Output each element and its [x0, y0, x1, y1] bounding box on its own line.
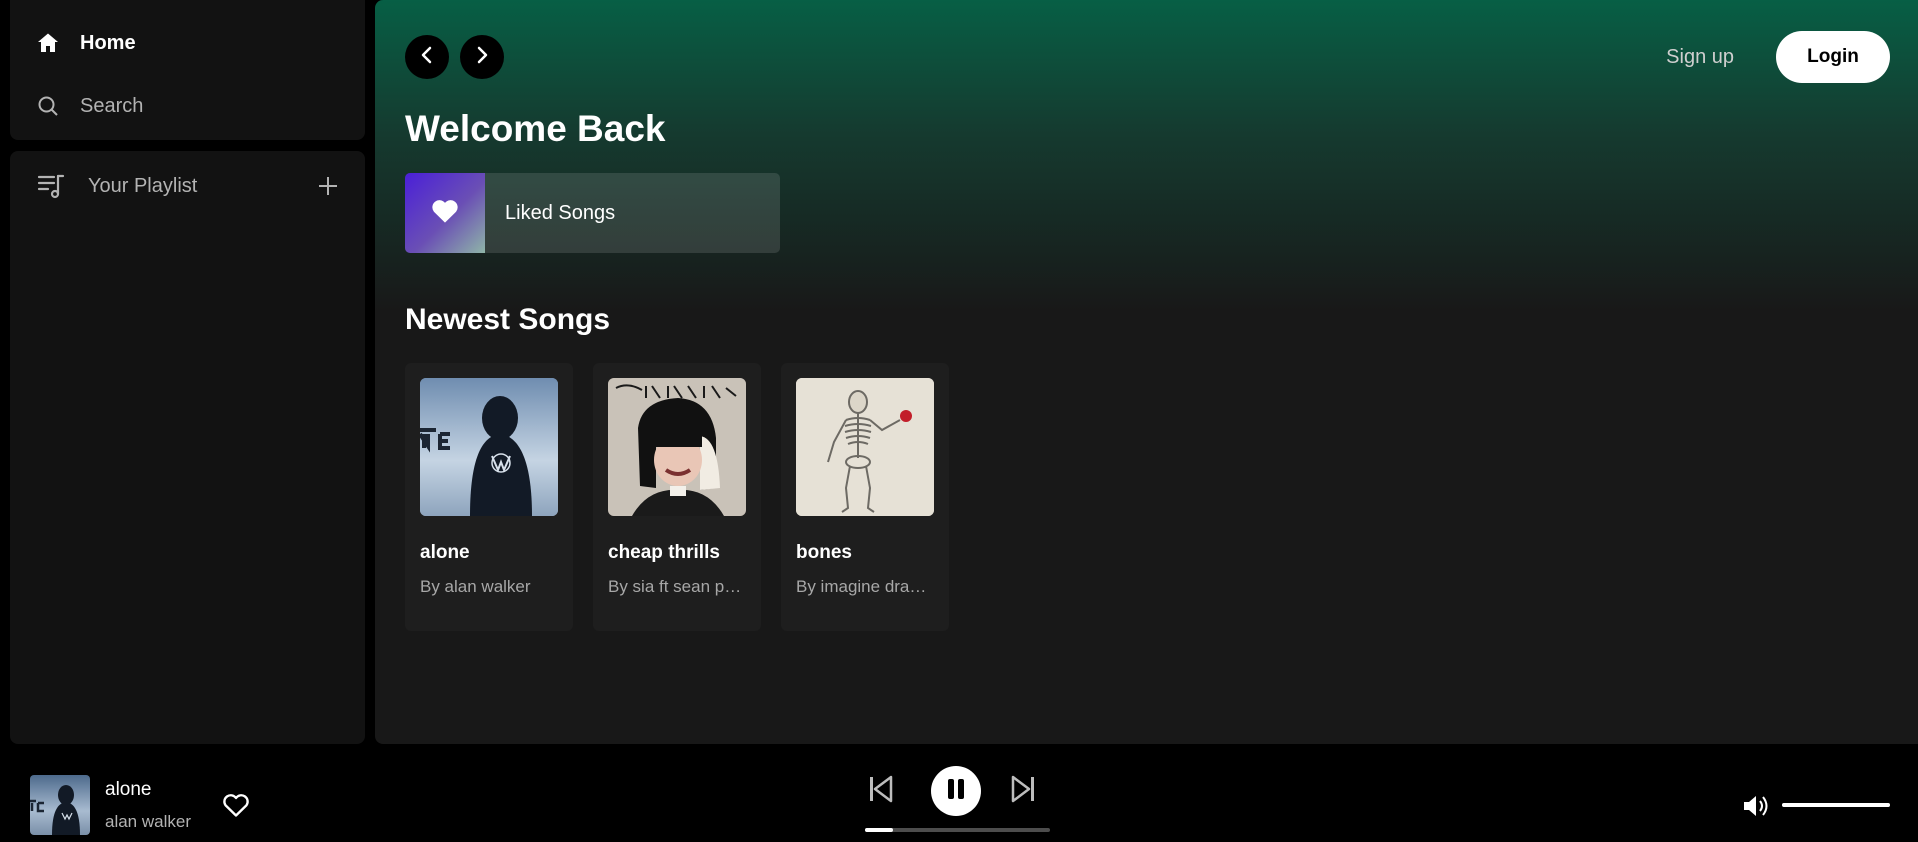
chevron-right-icon [472, 45, 492, 70]
login-button[interactable]: Login [1776, 31, 1890, 83]
song-artist: By alan walker [420, 577, 531, 596]
song-card[interactable]: alone By alan walker [405, 363, 573, 631]
liked-songs-art [405, 173, 485, 253]
previous-button[interactable] [869, 775, 893, 808]
like-button[interactable] [222, 792, 250, 823]
volume-fill [1782, 803, 1890, 807]
pause-button[interactable] [931, 766, 981, 816]
section-title: Newest Songs [405, 303, 611, 336]
album-art [420, 378, 558, 516]
sidebar-item-home[interactable]: Home [10, 18, 365, 68]
back-button[interactable] [405, 35, 449, 79]
library-label[interactable]: Your Playlist [88, 175, 317, 198]
library-panel: Your Playlist [10, 151, 365, 744]
song-title: bones [796, 542, 852, 563]
forward-button[interactable] [460, 35, 504, 79]
now-playing-title: alone [105, 779, 152, 800]
player-bar: alone alan walker [0, 744, 1918, 842]
song-card[interactable]: bones By imagine dragons [781, 363, 949, 631]
history-nav [405, 35, 504, 79]
sidebar-item-label: Home [80, 31, 136, 54]
skip-forward-icon [1011, 775, 1035, 808]
album-art [796, 378, 934, 516]
now-playing-artist: alan walker [105, 812, 191, 831]
song-title: cheap thrills [608, 542, 720, 563]
song-artist: By imagine dragons [796, 577, 934, 596]
next-button[interactable] [1011, 775, 1035, 808]
chevron-left-icon [417, 45, 437, 70]
sidebar-item-search[interactable]: Search [10, 81, 365, 131]
signup-button[interactable]: Sign up [1660, 45, 1740, 70]
skip-back-icon [869, 775, 893, 808]
now-playing-art [30, 775, 90, 835]
page-title: Welcome Back [405, 108, 666, 149]
plus-icon[interactable] [317, 175, 339, 197]
pause-icon [946, 778, 966, 805]
volume-button[interactable] [1742, 793, 1772, 824]
playback-controls [869, 766, 1035, 816]
song-artist: By sia ft sean paul [608, 577, 746, 596]
album-art [608, 378, 746, 516]
progress-fill [865, 828, 893, 832]
volume-slider[interactable] [1782, 803, 1890, 807]
song-cards: alone By alan walker cheap thrills By si… [405, 363, 949, 631]
heart-outline-icon [222, 794, 250, 822]
search-icon [36, 94, 80, 118]
playlist-icon [36, 171, 88, 201]
sidebar-item-label: Search [80, 94, 144, 117]
song-card[interactable]: cheap thrills By sia ft sean paul [593, 363, 761, 631]
auth-buttons: Sign up Login [1660, 31, 1890, 83]
heart-filled-icon [431, 198, 459, 229]
progress-bar[interactable] [865, 828, 1050, 832]
volume-icon [1742, 796, 1772, 823]
library-header: Your Playlist [10, 151, 365, 221]
main-content: Sign up Login Welcome Back Liked Songs N… [375, 0, 1918, 744]
home-icon [36, 31, 80, 55]
song-title: alone [420, 542, 470, 563]
liked-songs-label: Liked Songs [505, 201, 616, 224]
sidebar-nav: Home Search [10, 0, 365, 140]
liked-songs-card[interactable]: Liked Songs [405, 173, 780, 253]
